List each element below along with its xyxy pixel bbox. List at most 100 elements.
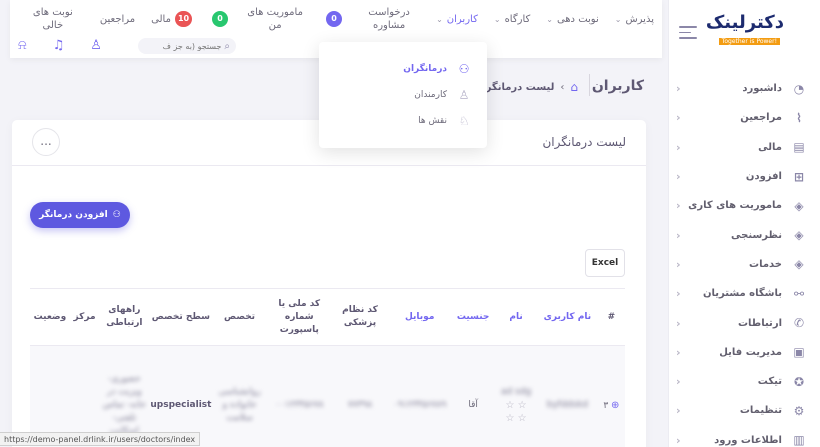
nav-item[interactable]: کاربران ⌄ <box>428 4 486 34</box>
nav-item[interactable]: 10 مالی <box>143 4 200 34</box>
add-doctor-button[interactable]: ⚇ افزودن درمانگر <box>30 202 130 228</box>
search-input[interactable] <box>143 41 222 51</box>
th-gender[interactable]: جنسیت <box>451 288 496 346</box>
menu-toggle-icon[interactable] <box>679 26 697 40</box>
chevron-left-icon: ‹ <box>676 316 681 330</box>
user-icon[interactable]: ♙ <box>90 38 102 53</box>
network-icon: ⚯ <box>793 286 805 301</box>
nav-item[interactable]: مراجعین <box>92 4 143 34</box>
name-value: ad sdg <box>500 387 532 398</box>
sidebar-item-label: تیکت <box>757 376 782 388</box>
sidebar-item[interactable]: ◔ داشبورد ‹ <box>668 74 820 103</box>
nav-item[interactable]: نوبت های خالی <box>14 4 92 34</box>
nav-item-label: مراجعین <box>99 13 136 25</box>
specialty-value: روانشناسی خانواده و سلامت <box>218 387 261 424</box>
nav-item[interactable]: نوبت دهی ⌄ <box>538 4 607 34</box>
excel-export-button[interactable]: Excel <box>585 249 625 277</box>
mobile-value: ۰۹۱۲۳۴۵۶۷۸۹ <box>393 400 447 411</box>
chevron-left-icon: ‹ <box>676 404 681 418</box>
logo[interactable]: دکترلینک Together is Power! <box>704 12 785 52</box>
chevron-left-icon: ‹ <box>676 287 681 301</box>
breadcrumb-separator: › <box>560 81 565 93</box>
cell-name: ad sdg ☆ ☆ ☆ ☆ <box>495 345 538 447</box>
more-options-button[interactable]: ... <box>32 128 60 156</box>
sidebar-item[interactable]: ✆ ارتباطات ‹ <box>668 308 820 337</box>
logo-text: دکترلینک <box>705 12 785 33</box>
sidebar-item[interactable]: ◈ خدمات ‹ <box>668 250 820 279</box>
sidebar-item-label: افزودن <box>745 171 782 183</box>
th-level: سطح تخصص <box>149 288 213 346</box>
home-icon[interactable]: ⌂ <box>570 80 578 94</box>
th-national-id: کد ملی یا شماره پاسپورت <box>266 288 332 346</box>
sidebar-item[interactable]: ◈ ماموریت های کاری ‹ <box>668 191 820 220</box>
sidebar-item[interactable]: ▤ مالی ‹ <box>668 133 820 162</box>
table-header-row: # نام کاربری نام جنسیت موبایل کد نظام پز… <box>30 288 625 346</box>
th-name[interactable]: نام <box>495 288 538 346</box>
sidebar-item-label: باشگاه مشتریان <box>702 288 782 300</box>
sidebar-item[interactable]: ⚯ باشگاه مشتریان ‹ <box>668 279 820 308</box>
sidebar-item[interactable]: ⊞ افزودن ‹ <box>668 162 820 191</box>
chevron-left-icon: ‹ <box>676 140 681 154</box>
sidebar-item-label: اطلاعات ورود <box>714 434 782 446</box>
doctors-table: # نام کاربری نام جنسیت موبایل کد نظام پز… <box>30 288 625 447</box>
cell-national-id: ۰۰۱۲۳۴۵۶۷۸ <box>266 345 332 447</box>
speedometer-icon: ◔ <box>793 81 805 96</box>
page-title: کاربران <box>591 78 644 94</box>
layers-icon: ◈ <box>794 228 804 243</box>
chevron-left-icon: ‹ <box>676 228 681 242</box>
nav-item[interactable]: درخواست مشاوره <box>350 4 428 34</box>
bell-icon[interactable]: ♫ <box>53 38 65 53</box>
sidebar-item-label: داشبورد <box>742 83 782 95</box>
layers-icon: ◈ <box>794 257 804 272</box>
add-user-icon: ⚇ <box>112 210 121 220</box>
th-medical-code: کد نظام پزشکی <box>331 288 389 346</box>
contacts-value: حضوری- ویزیت در خانه- تماس تلفنی- اسکایپ <box>102 374 146 436</box>
chevron-down-icon: ⌄ <box>546 14 553 24</box>
sidebar-item[interactable]: ▥ اطلاعات ورود ‹ <box>668 426 820 447</box>
nav-item[interactable]: 0 <box>200 4 236 34</box>
navbar-icons: ♙ ♫ ⍾ <box>18 38 102 53</box>
role-icon: ♘ <box>458 114 470 128</box>
sidebar-item-label: ارتباطات <box>738 317 782 329</box>
dropdown-item[interactable]: ⚇ درمانگران <box>319 56 487 82</box>
chevron-left-icon: ‹ <box>676 433 681 447</box>
sidebar-item[interactable]: ✪ تیکت ‹ <box>668 367 820 396</box>
nav-item[interactable]: پذیرش ⌄ <box>607 4 662 34</box>
chevron-left-icon: ‹ <box>676 199 681 213</box>
nav-item[interactable]: 0 <box>314 4 350 34</box>
nav-item-label: کارگاه <box>504 13 531 25</box>
expand-icon[interactable]: ⊕ <box>611 400 619 411</box>
doctors-card: لیست درمانگران ... ⚇ افزودن درمانگر Exce… <box>12 120 646 447</box>
th-username[interactable]: نام کاربری <box>537 288 598 346</box>
th-specialty: تخصص <box>212 288 267 346</box>
sidebar-menu: ◔ داشبورد ‹ ⌇ مراجعین ‹ ▤ مالی ‹ ⊞ افزودن ‹ ◈ ماموریت… <box>668 74 820 447</box>
nav-item[interactable]: کارگاه ⌄ <box>486 4 538 34</box>
th-mobile[interactable]: موبایل <box>388 288 452 346</box>
search-box[interactable]: ⌕ <box>138 38 236 54</box>
dropdown-item[interactable]: ♘ نقش ها <box>319 108 487 134</box>
nav-item[interactable]: ماموریت های من <box>236 4 314 34</box>
cell-specialty: روانشناسی خانواده و سلامت <box>212 345 267 447</box>
card-title: لیست درمانگران <box>542 135 626 149</box>
dropdown-item[interactable]: ♙ کارمندان <box>319 82 487 108</box>
cell-username: byfddskd <box>537 345 598 447</box>
chart-icon: ⌇ <box>796 110 802 125</box>
sidebar-item-label: خدمات <box>749 258 782 270</box>
medical-code-value: ۷۷۳۹۸ <box>347 400 373 411</box>
badge-icon: ✪ <box>793 374 805 389</box>
nav-items: پذیرش ⌄ نوبت دهی ⌄ کارگاه ⌄ کاربران ⌄ درخواست مش… <box>14 4 662 34</box>
notification-icon[interactable]: ⍾ <box>18 38 27 53</box>
sidebar-item[interactable]: ▣ مدیریت فایل ‹ <box>668 338 820 367</box>
th-index: # <box>597 288 625 346</box>
sidebar-item[interactable]: ⌇ مراجعین ‹ <box>668 103 820 132</box>
nav-item-label: کاربران <box>446 13 478 25</box>
phone-icon: ✆ <box>793 316 805 331</box>
chevron-left-icon: ‹ <box>676 345 681 359</box>
sidebar-item[interactable]: ⚙ تنظیمات ‹ <box>668 396 820 425</box>
book-icon: ▥ <box>793 433 805 447</box>
sidebar-item[interactable]: ◈ نظرسنجی ‹ <box>668 220 820 249</box>
breadcrumb: ⌂ › لیست درمانگران <box>474 80 578 94</box>
sidebar-item-label: مدیریت فایل <box>719 346 782 358</box>
nav-item-label: نوبت های خالی <box>32 7 73 31</box>
users-dropdown: ⚇ درمانگران ♙ کارمندان ♘ نقش ها <box>319 42 487 148</box>
